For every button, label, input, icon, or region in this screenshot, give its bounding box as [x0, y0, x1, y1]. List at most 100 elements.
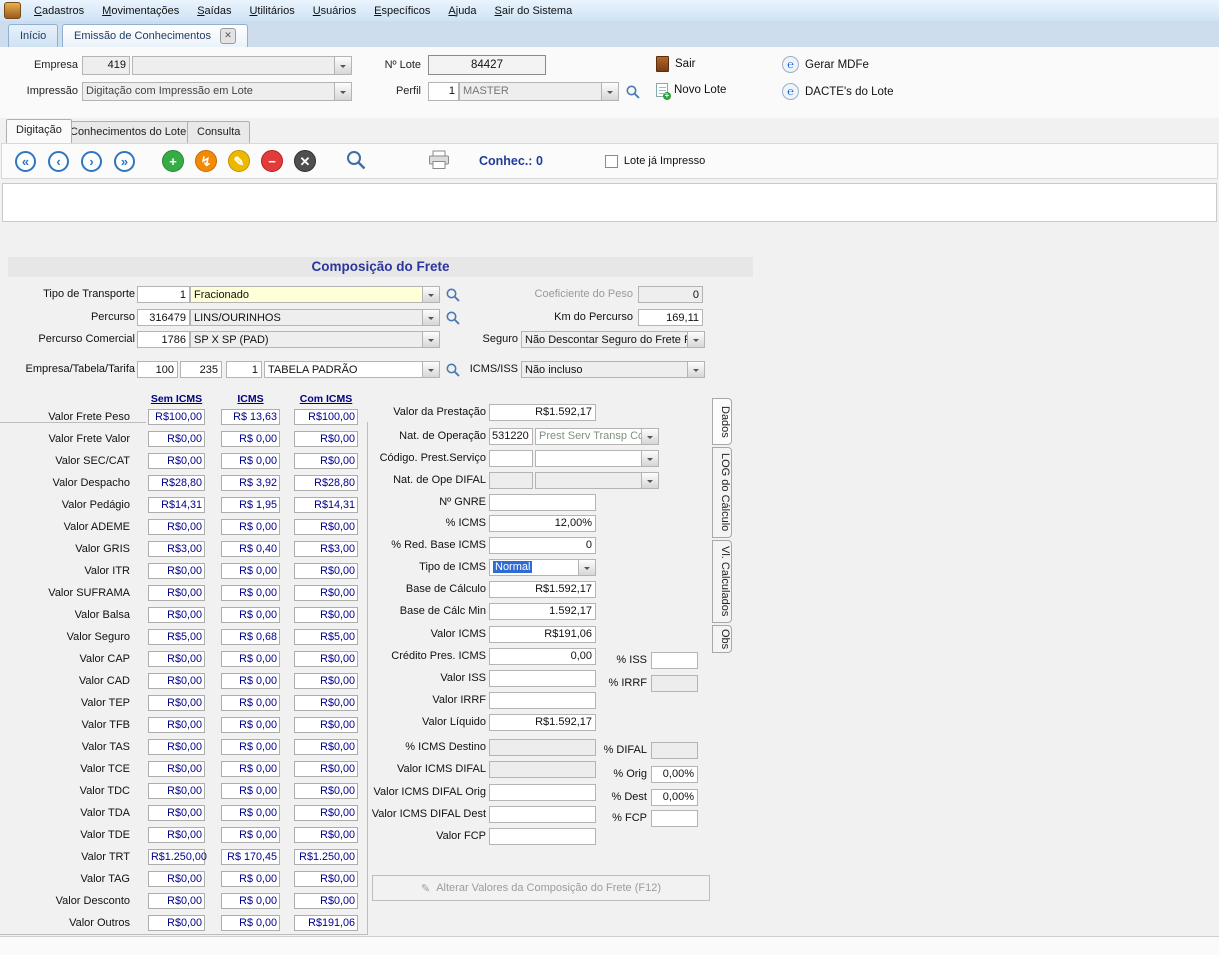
record-description-box[interactable]	[2, 183, 1217, 222]
impressao-dropdown-icon[interactable]	[334, 83, 351, 100]
novo-lote-button[interactable]: + Novo Lote	[656, 83, 726, 97]
valores-com-icms-field[interactable]: R$14,31	[294, 497, 358, 513]
valores-icms-field[interactable]: R$ 0,00	[221, 827, 280, 843]
valor-fcp-field[interactable]	[489, 828, 596, 845]
valores-sem-icms-field[interactable]: R$0,00	[148, 607, 205, 623]
valores-com-icms-field[interactable]: R$0,00	[294, 871, 358, 887]
valores-com-icms-field[interactable]: R$0,00	[294, 739, 358, 755]
valores-sem-icms-field[interactable]: R$0,00	[148, 695, 205, 711]
valores-sem-icms-field[interactable]: R$0,00	[148, 915, 205, 931]
valores-icms-field[interactable]: R$ 0,00	[221, 783, 280, 799]
refresh-record-icon[interactable]: ↯	[195, 150, 217, 172]
last-record-icon[interactable]: »	[114, 151, 135, 172]
tab-inicio[interactable]: Início	[8, 24, 58, 47]
print-icon[interactable]	[427, 150, 451, 173]
valores-com-icms-field[interactable]: R$0,00	[294, 673, 358, 689]
perc-icms-field[interactable]: 12,00%	[489, 515, 596, 532]
tab-consulta[interactable]: Consulta	[187, 121, 250, 143]
coeficiente-peso-field[interactable]: 0	[638, 286, 703, 303]
menu-usuarios[interactable]: Usuários	[304, 1, 365, 21]
valores-sem-icms-field[interactable]: R$0,00	[148, 519, 205, 535]
perc-difal-field[interactable]	[651, 742, 698, 759]
perc-iss-field[interactable]	[651, 652, 698, 669]
menu-movimentacoes[interactable]: Movimentações	[93, 1, 188, 21]
valores-com-icms-field[interactable]: R$0,00	[294, 607, 358, 623]
valores-icms-field[interactable]: R$ 0,00	[221, 519, 280, 535]
valores-com-icms-field[interactable]: R$0,00	[294, 783, 358, 799]
valores-com-icms-field[interactable]: R$28,80	[294, 475, 358, 491]
valores-sem-icms-field[interactable]: R$0,00	[148, 651, 205, 667]
valores-icms-field[interactable]: R$ 0,00	[221, 563, 280, 579]
valores-icms-field[interactable]: R$ 13,63	[221, 409, 280, 425]
valores-sem-icms-field[interactable]: R$100,00	[148, 409, 205, 425]
valores-sem-icms-field[interactable]: R$0,00	[148, 673, 205, 689]
valores-com-icms-field[interactable]: R$0,00	[294, 805, 358, 821]
valores-icms-field[interactable]: R$ 0,00	[221, 453, 280, 469]
perc-orig-field[interactable]: 0,00%	[651, 766, 698, 783]
previous-record-icon[interactable]: ‹	[48, 151, 69, 172]
codigo-prest-servico-dropdown-icon[interactable]	[641, 451, 658, 466]
edit-record-icon[interactable]: ✎	[228, 150, 250, 172]
perc-red-base-icms-field[interactable]: 0	[489, 537, 596, 554]
valores-icms-field[interactable]: R$ 0,00	[221, 673, 280, 689]
menu-especificos[interactable]: Específicos	[365, 1, 439, 21]
valor-irrf-field[interactable]	[489, 692, 596, 709]
nat-operacao-dropdown-icon[interactable]	[641, 429, 658, 444]
tipo-transporte-combo[interactable]: Fracionado	[190, 286, 440, 303]
valores-sem-icms-field[interactable]: R$28,80	[148, 475, 205, 491]
search-icon[interactable]	[345, 149, 367, 174]
nat-operacao-code-field[interactable]: 531220	[489, 428, 533, 445]
valores-icms-field[interactable]: R$ 0,00	[221, 893, 280, 909]
cancel-record-icon[interactable]: ✕	[294, 150, 316, 172]
km-percurso-field[interactable]: 169,11	[638, 309, 703, 326]
empresa-dropdown-icon[interactable]	[334, 57, 351, 74]
valores-com-icms-field[interactable]: R$0,00	[294, 717, 358, 733]
nat-ope-difal-dropdown-icon[interactable]	[641, 473, 658, 488]
sidetab-dados[interactable]: Dados	[712, 398, 732, 445]
percurso-comercial-combo[interactable]: SP X SP (PAD)	[190, 331, 440, 348]
percurso-dropdown-icon[interactable]	[422, 310, 439, 325]
valores-icms-field[interactable]: R$ 170,45	[221, 849, 280, 865]
icms-iss-dropdown-icon[interactable]	[687, 362, 704, 377]
sidetab-vl-calculados[interactable]: Vl. Calculados	[712, 540, 732, 623]
perfil-dropdown-icon[interactable]	[601, 83, 618, 100]
menu-saidas[interactable]: Saídas	[188, 1, 240, 21]
ett-tabela-combo[interactable]: TABELA PADRÃO	[264, 361, 440, 378]
valores-sem-icms-field[interactable]: R$0,00	[148, 739, 205, 755]
valores-com-icms-field[interactable]: R$191,06	[294, 915, 358, 931]
valor-liquido-field[interactable]: R$1.592,17	[489, 714, 596, 731]
valores-sem-icms-field[interactable]: R$14,31	[148, 497, 205, 513]
menu-cadastros[interactable]: Cadastros	[25, 1, 93, 21]
valores-sem-icms-field[interactable]: R$0,00	[148, 761, 205, 777]
valores-icms-field[interactable]: R$ 3,92	[221, 475, 280, 491]
sidetab-log-do-calculo[interactable]: LOG do Cálculo	[712, 447, 732, 538]
ett-dropdown-icon[interactable]	[422, 362, 439, 377]
percurso-combo[interactable]: LINS/OURINHOS	[190, 309, 440, 326]
tipo-icms-dropdown-icon[interactable]	[578, 560, 595, 575]
perfil-code-field[interactable]: 1	[428, 82, 459, 101]
first-record-icon[interactable]: «	[15, 151, 36, 172]
seguro-combo[interactable]: Não Descontar Seguro do Frete P	[521, 331, 705, 348]
valores-com-icms-field[interactable]: R$0,00	[294, 695, 358, 711]
menu-sair-do-sistema[interactable]: Sair do Sistema	[486, 1, 582, 21]
tab-emissao-conhecimentos[interactable]: Emissão de Conhecimentos ✕	[62, 24, 248, 47]
nat-operacao-combo[interactable]: Prest Serv Transp Co	[535, 428, 659, 445]
valores-icms-field[interactable]: R$ 0,00	[221, 695, 280, 711]
valores-icms-field[interactable]: R$ 0,00	[221, 651, 280, 667]
dacte-lote-button[interactable]: ℮ DACTE's do Lote	[782, 83, 894, 100]
nat-ope-difal-combo[interactable]	[535, 472, 659, 489]
next-record-icon[interactable]: ›	[81, 151, 102, 172]
valores-icms-field[interactable]: R$ 0,00	[221, 915, 280, 931]
valores-sem-icms-field[interactable]: R$0,00	[148, 431, 205, 447]
valores-sem-icms-field[interactable]: R$0,00	[148, 585, 205, 601]
percurso-comercial-dropdown-icon[interactable]	[422, 332, 439, 347]
tipo-transporte-search-icon[interactable]	[445, 287, 461, 303]
valores-com-icms-field[interactable]: R$0,00	[294, 519, 358, 535]
valores-sem-icms-field[interactable]: R$0,00	[148, 453, 205, 469]
codigo-prest-servico-code-field[interactable]	[489, 450, 533, 467]
nat-ope-difal-code-field[interactable]	[489, 472, 533, 489]
seguro-dropdown-icon[interactable]	[687, 332, 704, 347]
valores-com-icms-field[interactable]: R$5,00	[294, 629, 358, 645]
base-calc-min-field[interactable]: 1.592,17	[489, 603, 596, 620]
valores-com-icms-field[interactable]: R$100,00	[294, 409, 358, 425]
